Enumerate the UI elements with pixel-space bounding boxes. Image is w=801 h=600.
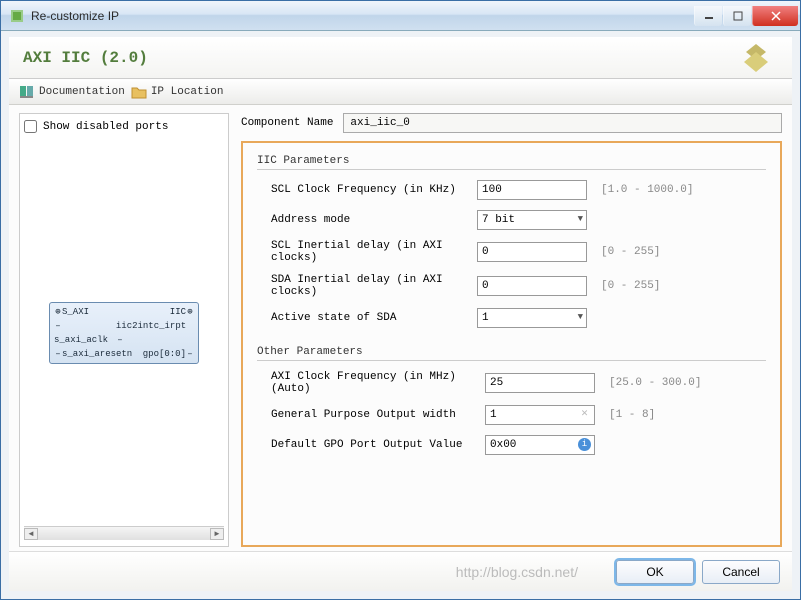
scl-freq-range: [1.0 - 1000.0] bbox=[601, 184, 693, 196]
show-disabled-ports-row[interactable]: Show disabled ports bbox=[24, 120, 224, 133]
scl-delay-input[interactable] bbox=[477, 242, 587, 262]
axi-clk-label: AXI Clock Frequency (in MHz) (Auto) bbox=[257, 371, 485, 395]
watermark-text: http://blog.csdn.net/ bbox=[21, 564, 608, 580]
scroll-right-icon[interactable]: ► bbox=[210, 528, 224, 540]
ip-location-link[interactable]: IP Location bbox=[131, 85, 224, 99]
axi-clk-input[interactable] bbox=[485, 373, 595, 393]
dialog-footer: http://blog.csdn.net/ OK Cancel bbox=[9, 551, 792, 591]
toolbar: Documentation IP Location bbox=[9, 79, 792, 105]
ip-location-label: IP Location bbox=[151, 86, 224, 98]
scl-freq-input[interactable] bbox=[477, 180, 587, 200]
window-controls bbox=[693, 6, 798, 26]
show-disabled-ports-label: Show disabled ports bbox=[43, 121, 168, 133]
ip-title: AXI IIC (2.0) bbox=[23, 49, 734, 67]
sda-delay-range: [0 - 255] bbox=[601, 280, 660, 292]
documentation-link[interactable]: Documentation bbox=[19, 85, 125, 99]
window-title: Re-customize IP bbox=[31, 9, 693, 23]
preview-pane: Show disabled ports ⊕S_AXIIIC⊕ –s_axi_ac… bbox=[19, 113, 229, 547]
horizontal-scrollbar[interactable]: ◄ ► bbox=[24, 526, 224, 540]
info-icon[interactable]: i bbox=[578, 438, 591, 451]
parameters-pane: Component Name IIC Parameters SCL Clock … bbox=[241, 113, 782, 547]
clear-icon[interactable]: ✕ bbox=[578, 408, 591, 421]
gpo-width-label: General Purpose Output width bbox=[257, 409, 485, 421]
book-icon bbox=[19, 85, 35, 99]
gpo-width-range: [1 - 8] bbox=[609, 409, 655, 421]
active-sda-label: Active state of SDA bbox=[257, 312, 477, 324]
close-button[interactable] bbox=[752, 6, 798, 26]
folder-icon bbox=[131, 85, 147, 99]
ok-button[interactable]: OK bbox=[616, 560, 694, 584]
ip-block-symbol: ⊕S_AXIIIC⊕ –s_axi_aclkiic2intc_irpt– –s_… bbox=[49, 302, 199, 364]
maximize-button[interactable] bbox=[723, 6, 751, 26]
scl-freq-label: SCL Clock Frequency (in KHz) bbox=[257, 184, 477, 196]
dialog-window: Re-customize IP AXI IIC (2.0) Documentat… bbox=[0, 0, 801, 600]
block-diagram[interactable]: ⊕S_AXIIIC⊕ –s_axi_aclkiic2intc_irpt– –s_… bbox=[24, 139, 224, 526]
sda-delay-input[interactable] bbox=[477, 276, 587, 296]
parameters-box: IIC Parameters SCL Clock Frequency (in K… bbox=[241, 141, 782, 547]
other-section-title: Other Parameters bbox=[257, 346, 766, 361]
iic-section-title: IIC Parameters bbox=[257, 155, 766, 170]
main-area: Show disabled ports ⊕S_AXIIIC⊕ –s_axi_ac… bbox=[9, 105, 792, 551]
cancel-button[interactable]: Cancel bbox=[702, 560, 780, 584]
ip-header: AXI IIC (2.0) bbox=[9, 37, 792, 79]
sda-delay-label: SDA Inertial delay (in AXI clocks) bbox=[257, 274, 477, 298]
active-sda-select[interactable]: 1 bbox=[477, 308, 587, 328]
component-name-row: Component Name bbox=[241, 113, 782, 133]
minimize-button[interactable] bbox=[694, 6, 722, 26]
scl-delay-label: SCL Inertial delay (in AXI clocks) bbox=[257, 240, 477, 264]
titlebar[interactable]: Re-customize IP bbox=[1, 1, 800, 31]
vendor-logo-icon bbox=[734, 40, 778, 76]
scroll-track[interactable] bbox=[38, 528, 210, 540]
show-disabled-ports-checkbox[interactable] bbox=[24, 120, 37, 133]
scroll-left-icon[interactable]: ◄ bbox=[24, 528, 38, 540]
documentation-label: Documentation bbox=[39, 86, 125, 98]
component-name-input[interactable] bbox=[343, 113, 782, 133]
addr-mode-select[interactable]: 7 bit bbox=[477, 210, 587, 230]
content-area: AXI IIC (2.0) Documentation IP Location … bbox=[1, 31, 800, 599]
scl-delay-range: [0 - 255] bbox=[601, 246, 660, 258]
app-icon bbox=[9, 8, 25, 24]
component-name-label: Component Name bbox=[241, 117, 333, 129]
addr-mode-label: Address mode bbox=[257, 214, 477, 226]
gpo-default-label: Default GPO Port Output Value bbox=[257, 439, 485, 451]
axi-clk-range: [25.0 - 300.0] bbox=[609, 377, 701, 389]
